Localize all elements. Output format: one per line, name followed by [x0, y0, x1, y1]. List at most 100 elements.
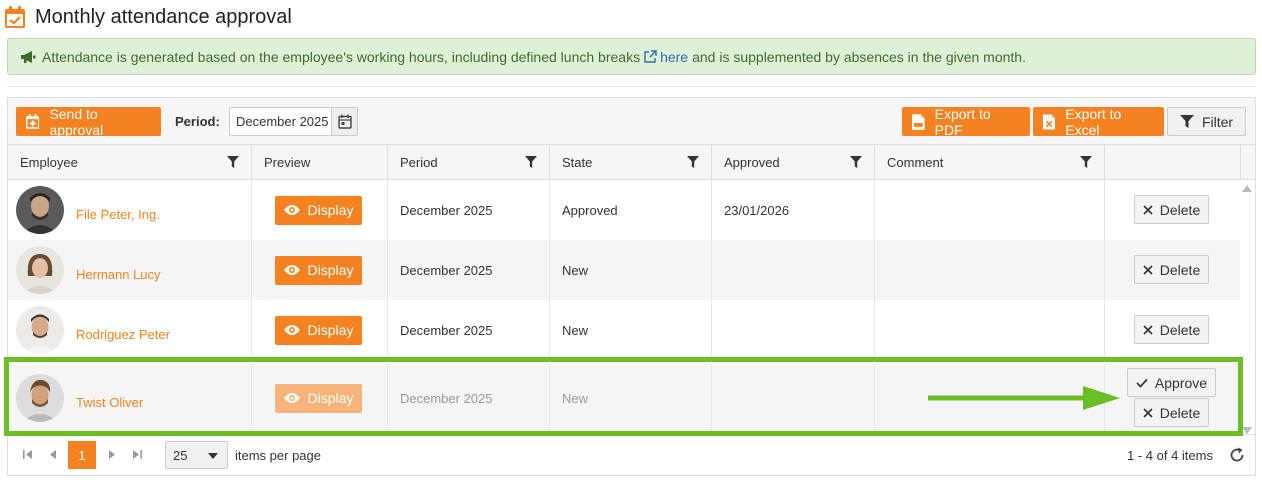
table-row: File Peter, Ing. Display December 2025 A… [8, 180, 1240, 240]
delete-label: Delete [1159, 321, 1201, 338]
period-picker[interactable]: December 2025 [229, 107, 358, 136]
cell-preview: Display [252, 364, 388, 432]
avatar [16, 186, 64, 234]
calendar-button[interactable] [331, 108, 357, 135]
attendance-grid: Send to approval Period: December 2025 E… [7, 97, 1256, 476]
delete-button[interactable]: Delete [1134, 195, 1209, 224]
refresh-icon[interactable] [1229, 447, 1245, 463]
next-page-icon[interactable] [104, 447, 118, 461]
close-icon [1143, 407, 1153, 418]
delete-label: Delete [1159, 404, 1201, 421]
scroll-up-arrow[interactable] [1242, 185, 1252, 192]
close-icon [1143, 324, 1153, 335]
delete-button[interactable]: Delete [1134, 255, 1209, 284]
period-value[interactable]: December 2025 [230, 114, 331, 129]
cell-employee: Twist Oliver [8, 364, 252, 432]
delete-button[interactable]: Delete [1134, 398, 1209, 427]
info-text-before: Attendance is generated based on the emp… [42, 48, 641, 65]
first-page-icon[interactable] [20, 447, 34, 461]
cell-approved [712, 364, 875, 432]
page-title: Monthly attendance approval [35, 5, 292, 28]
cell-employee: File Peter, Ing. [8, 180, 252, 240]
column-label: Employee [20, 155, 78, 170]
column-header-employee[interactable]: Employee [8, 145, 252, 180]
cell-approved: 23/01/2026 [712, 180, 875, 240]
info-link[interactable]: here [660, 49, 688, 65]
column-header-comment[interactable]: Comment [875, 145, 1105, 180]
grid-toolbar: Send to approval Period: December 2025 E… [8, 98, 1255, 145]
chevron-down-icon [208, 453, 218, 459]
cell-comment [875, 180, 1105, 240]
table-row: Rodriguez Peter Display December 2025 Ne… [8, 300, 1240, 360]
column-filter-icon[interactable] [850, 156, 862, 168]
column-header-approved[interactable]: Approved [712, 145, 875, 180]
avatar [16, 306, 64, 354]
divider [7, 86, 1256, 87]
cell-approved [712, 240, 875, 300]
avatar [16, 374, 64, 422]
items-per-page-label: items per page [235, 448, 321, 463]
cell-actions: Approve Delete [1105, 364, 1240, 432]
last-page-icon[interactable] [130, 447, 144, 461]
column-header-state[interactable]: State [550, 145, 712, 180]
approve-label: Approve [1154, 374, 1208, 391]
approve-button[interactable]: Approve [1127, 368, 1216, 397]
eye-icon [283, 205, 300, 215]
employee-name[interactable]: File Peter, Ing. [76, 207, 160, 222]
export-excel-button[interactable]: Export to Excel [1033, 105, 1164, 138]
display-label: Display [307, 322, 354, 338]
display-button[interactable]: Display [275, 383, 362, 413]
cell-comment [875, 364, 1105, 432]
send-to-approval-button[interactable]: Send to approval [16, 105, 161, 138]
page-size-select[interactable]: 25 [165, 441, 228, 469]
export-excel-label: Export to Excel [1065, 105, 1122, 138]
delete-button[interactable]: Delete [1134, 315, 1209, 344]
eye-icon [283, 325, 300, 335]
column-filter-icon[interactable] [687, 156, 699, 168]
page-header: Monthly attendance approval [5, 4, 292, 30]
cell-period: December 2025 [388, 364, 550, 432]
cell-employee: Hermann Lucy [8, 240, 252, 300]
display-label: Display [307, 262, 354, 278]
delete-label: Delete [1159, 201, 1201, 218]
send-to-approval-label: Send to approval [49, 105, 104, 138]
column-header-period[interactable]: Period [388, 145, 550, 180]
column-header-preview[interactable]: Preview [252, 145, 388, 180]
prev-page-icon[interactable] [46, 447, 60, 461]
column-filter-icon[interactable] [525, 156, 537, 168]
column-filter-icon[interactable] [1080, 156, 1092, 168]
file-pdf-icon [912, 113, 925, 130]
scroll-down-arrow[interactable] [1242, 427, 1252, 434]
cell-comment [875, 300, 1105, 360]
employee-name[interactable]: Rodriguez Peter [76, 327, 170, 342]
page-number-current[interactable]: 1 [68, 441, 96, 469]
external-link-icon[interactable] [644, 50, 657, 63]
cell-actions: Delete [1105, 240, 1240, 300]
check-icon [1136, 378, 1148, 388]
employee-name[interactable]: Hermann Lucy [76, 267, 161, 282]
eye-icon [283, 393, 300, 403]
cell-period: December 2025 [388, 180, 550, 240]
period-label: Period: [175, 114, 220, 129]
column-label: Preview [264, 155, 311, 170]
display-button[interactable]: Display [275, 195, 362, 225]
grid-header: Employee Preview Period State Approved C… [8, 145, 1255, 180]
export-pdf-label: Export to PDF [934, 105, 991, 138]
display-button[interactable]: Display [275, 255, 362, 285]
column-label: State [562, 155, 593, 170]
cell-period: December 2025 [388, 300, 550, 360]
column-label: Comment [887, 155, 944, 170]
export-pdf-button[interactable]: Export to PDF [902, 105, 1030, 138]
display-button[interactable]: Display [275, 315, 362, 345]
cell-preview: Display [252, 300, 388, 360]
cell-preview: Display [252, 180, 388, 240]
cell-state: New [550, 364, 712, 432]
close-icon [1143, 264, 1153, 275]
cell-employee: Rodriguez Peter [8, 300, 252, 360]
display-label: Display [307, 202, 354, 218]
employee-name[interactable]: Twist Oliver [76, 395, 143, 410]
info-text-after: and is supplemented by absences in the g… [692, 48, 1026, 65]
column-filter-icon[interactable] [227, 156, 239, 168]
filter-button[interactable]: Filter [1167, 107, 1246, 136]
cell-approved [712, 300, 875, 360]
